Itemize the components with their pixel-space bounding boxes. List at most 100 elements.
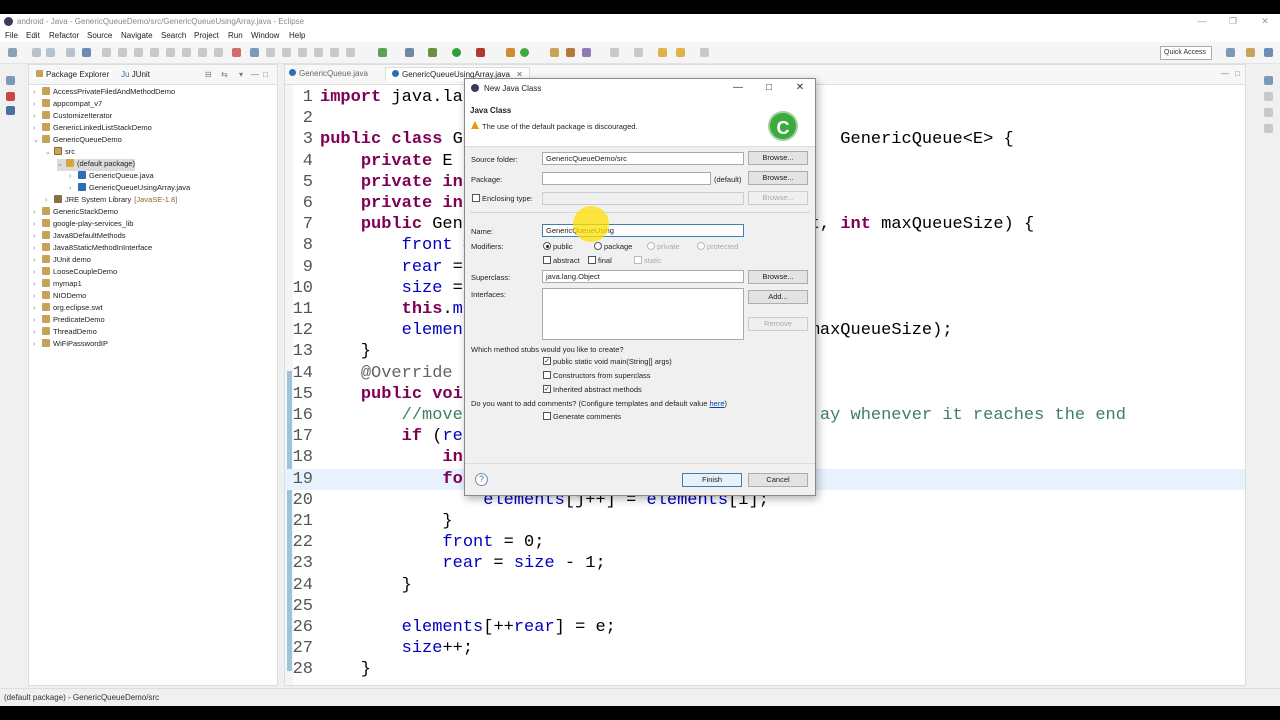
- modifier-final-checkbox[interactable]: [588, 256, 596, 264]
- tree-item[interactable]: › JUnit demo: [33, 255, 91, 267]
- tree-item[interactable]: › AccessPrivateFiledAndMethodDemo: [33, 87, 175, 99]
- tree-item[interactable]: › PredicateDemo: [33, 315, 105, 327]
- enclosing-type-field[interactable]: [542, 192, 744, 205]
- disconnect-icon[interactable]: [150, 48, 159, 57]
- dialog-close-icon[interactable]: ✕: [793, 82, 807, 94]
- tab-junit[interactable]: Ju JUnit: [121, 70, 150, 79]
- tree-item[interactable]: › google-play-services_lib: [33, 219, 133, 231]
- chevron-down-icon[interactable]: ⌄: [33, 136, 42, 144]
- maximize-view-icon[interactable]: □: [263, 70, 268, 79]
- resume-icon[interactable]: [102, 48, 111, 57]
- new-java-class-icon[interactable]: [520, 48, 529, 57]
- terminate-icon[interactable]: [134, 48, 143, 57]
- chevron-right-icon[interactable]: ›: [33, 341, 42, 348]
- java-perspective-icon[interactable]: [1264, 48, 1273, 57]
- open-type-icon[interactable]: [550, 48, 559, 57]
- interfaces-list[interactable]: [542, 288, 744, 340]
- tree-item[interactable]: › NIODemo: [33, 291, 86, 303]
- source-folder-browse-button[interactable]: Browse...: [748, 151, 808, 165]
- code-line[interactable]: 22 front = 0;: [285, 532, 1245, 553]
- tree-item[interactable]: ⌄ GenericQueueDemo: [33, 135, 122, 147]
- stub-inherited-checkbox[interactable]: ✓: [543, 385, 551, 393]
- chevron-right-icon[interactable]: ›: [33, 113, 42, 120]
- open-resource-icon[interactable]: [566, 48, 575, 57]
- enclosing-type-browse-button[interactable]: Browse...: [748, 191, 808, 205]
- debug-icon[interactable]: [428, 48, 437, 57]
- chevron-right-icon[interactable]: ›: [69, 185, 78, 192]
- tree-item[interactable]: › ThreadDemo: [33, 327, 97, 339]
- minimize-icon[interactable]: —: [1195, 15, 1209, 27]
- maximize-editor-icon[interactable]: □: [1235, 69, 1240, 78]
- code-line[interactable]: 25: [285, 596, 1245, 617]
- external-tools-icon[interactable]: [476, 48, 485, 57]
- configure-templates-link[interactable]: here: [709, 399, 724, 408]
- tree-item[interactable]: › GenericStackDemo: [33, 207, 118, 219]
- chevron-right-icon[interactable]: ›: [33, 269, 42, 276]
- chevron-right-icon[interactable]: ›: [33, 329, 42, 336]
- previous-annotation-icon[interactable]: [634, 48, 643, 57]
- restore-outline-icon[interactable]: [1264, 76, 1273, 85]
- new-java-project-icon[interactable]: [506, 48, 515, 57]
- forward-icon[interactable]: [700, 48, 709, 57]
- tree-item[interactable]: › org.eclipse.swt: [33, 303, 103, 315]
- tree-item[interactable]: › JRE System Library [JavaSE-1.8]: [45, 195, 177, 207]
- chevron-right-icon[interactable]: ›: [33, 125, 42, 132]
- package-field[interactable]: [542, 172, 711, 185]
- remove-interface-button[interactable]: Remove: [748, 317, 808, 331]
- minimize-editor-icon[interactable]: —: [1221, 69, 1229, 78]
- code-line[interactable]: 23 rear = size - 1;: [285, 553, 1245, 574]
- save-icon[interactable]: [32, 48, 41, 57]
- chevron-right-icon[interactable]: ›: [33, 101, 42, 108]
- step-over-icon[interactable]: [182, 48, 191, 57]
- menu-help[interactable]: Help: [289, 31, 305, 40]
- tree-item[interactable]: › appcompat_v7: [33, 99, 102, 111]
- view-menu-icon[interactable]: ▾: [239, 70, 243, 79]
- save-all-icon[interactable]: [46, 48, 55, 57]
- last-edit-location-icon[interactable]: [658, 48, 667, 57]
- modifier-static-checkbox[interactable]: [634, 256, 642, 264]
- back-icon[interactable]: [676, 48, 685, 57]
- chevron-right-icon[interactable]: ›: [33, 89, 42, 96]
- comment-icon[interactable]: [346, 48, 355, 57]
- skip-breakpoints-icon[interactable]: [82, 48, 91, 57]
- tree-item[interactable]: ⌄ src: [45, 147, 75, 159]
- chevron-right-icon[interactable]: ›: [33, 245, 42, 252]
- next-annotation-icon[interactable]: [610, 48, 619, 57]
- task-list-icon[interactable]: [1264, 92, 1273, 101]
- maximize-icon[interactable]: ❐: [1226, 15, 1240, 27]
- stub-main-checkbox[interactable]: ✓: [543, 357, 551, 365]
- menu-project[interactable]: Project: [194, 31, 219, 40]
- tree-item[interactable]: › GenericQueueUsingArray.java: [69, 183, 190, 195]
- code-line[interactable]: 26 elements[++rear] = e;: [285, 617, 1245, 638]
- hierarchy-icon[interactable]: [1264, 124, 1273, 133]
- tree-item[interactable]: › mymap1: [33, 279, 82, 291]
- block-selection-icon[interactable]: [282, 48, 291, 57]
- superclass-field[interactable]: java.lang.Object: [542, 270, 744, 283]
- drop-to-frame-icon[interactable]: [214, 48, 223, 57]
- menu-edit[interactable]: Edit: [26, 31, 40, 40]
- menu-run[interactable]: Run: [228, 31, 243, 40]
- modifier-public-radio[interactable]: [543, 242, 551, 250]
- menu-refactor[interactable]: Refactor: [49, 31, 79, 40]
- source-folder-field[interactable]: GenericQueueDemo/src: [542, 152, 744, 165]
- chevron-right-icon[interactable]: ›: [33, 293, 42, 300]
- tab-package-explorer[interactable]: Package Explorer: [33, 70, 113, 79]
- show-whitespace-icon[interactable]: [298, 48, 307, 57]
- code-line[interactable]: 21 }: [285, 511, 1245, 532]
- enclosing-type-checkbox[interactable]: [472, 194, 480, 202]
- modifier-private-radio[interactable]: [647, 242, 655, 250]
- generate-comments-checkbox[interactable]: [543, 412, 551, 420]
- open-task-icon[interactable]: [250, 48, 259, 57]
- modifier-package-radio[interactable]: [594, 242, 602, 250]
- code-line[interactable]: 27 size++;: [285, 638, 1245, 659]
- tree-item[interactable]: › Java8StaticMethodInInterface: [33, 243, 152, 255]
- chevron-right-icon[interactable]: ›: [33, 257, 42, 264]
- use-step-filters-icon[interactable]: [232, 48, 241, 57]
- menu-navigate[interactable]: Navigate: [121, 31, 153, 40]
- tree-item[interactable]: › WiFiPasswordIP: [33, 339, 108, 351]
- tree-item[interactable]: ⌄ (default package): [57, 159, 135, 171]
- help-icon[interactable]: ?: [475, 473, 488, 486]
- step-into-icon[interactable]: [166, 48, 175, 57]
- word-wrap-icon[interactable]: [314, 48, 323, 57]
- open-perspective-icon[interactable]: [1226, 48, 1235, 57]
